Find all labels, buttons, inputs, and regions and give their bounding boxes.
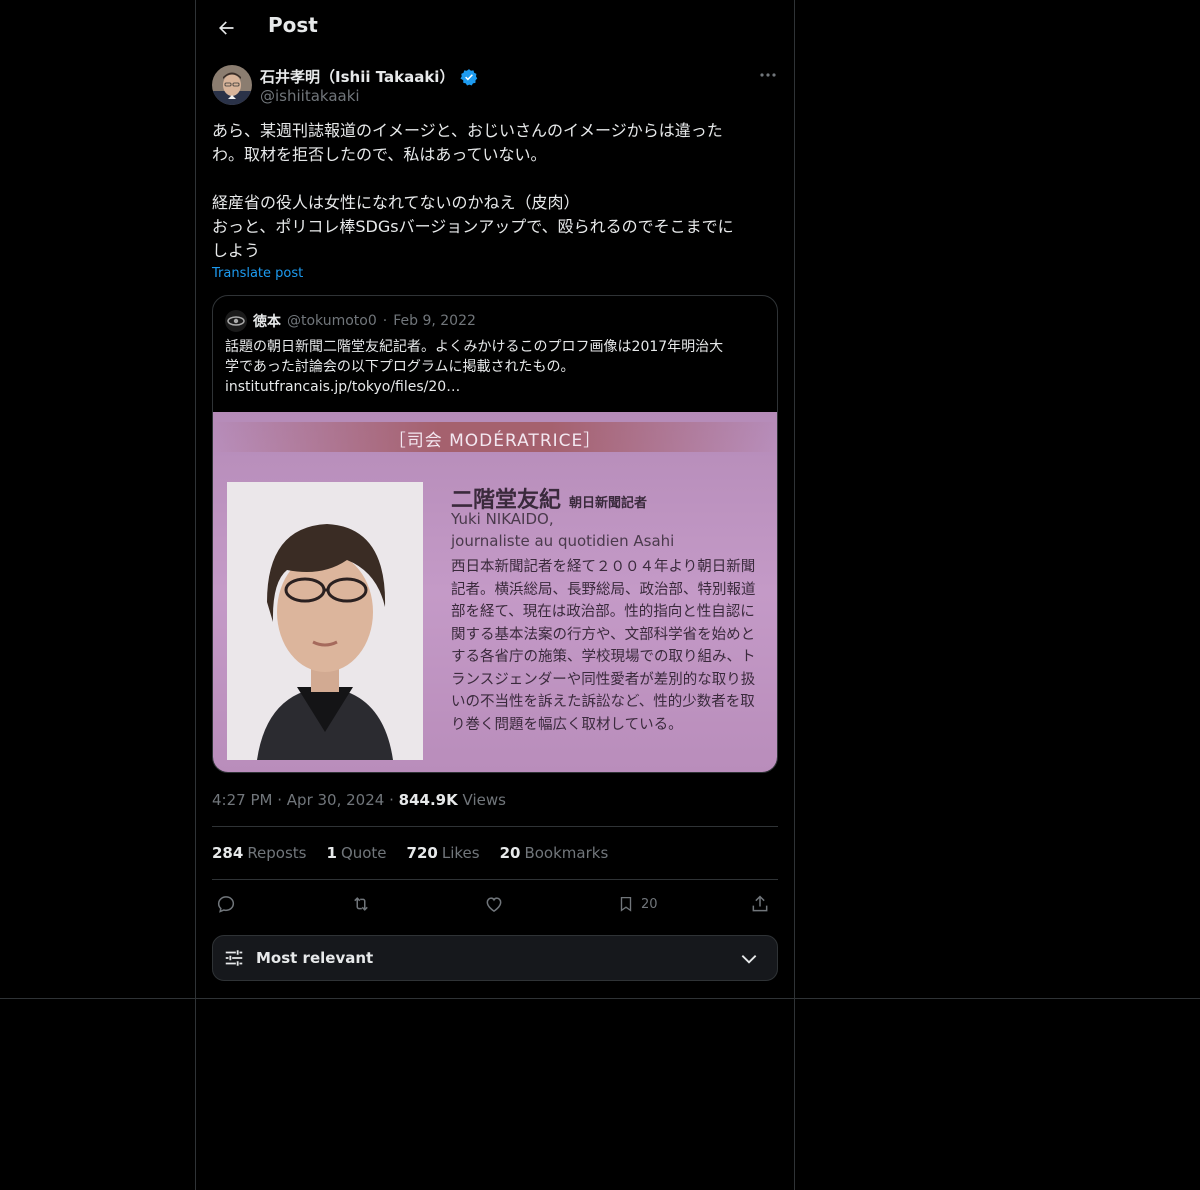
stat-label: Quote xyxy=(340,844,387,862)
sort-replies-dropdown[interactable]: Most relevant xyxy=(212,935,778,981)
author-name-text: 石井孝明（Ishii Takaaki） xyxy=(260,68,455,86)
horizontal-divider xyxy=(0,998,1200,999)
post-meta: 4:27 PM · Apr 30, 2024 · 844.9K Views xyxy=(212,791,506,809)
quoted-author-handle: @tokumoto0 xyxy=(287,313,377,329)
sliders-icon xyxy=(225,950,243,966)
translate-post-link[interactable]: Translate post xyxy=(212,266,303,281)
post-time[interactable]: 4:27 PM xyxy=(212,791,272,809)
quoted-post-image[interactable]: ［司会 MODÉRATRICE］ 二階堂友紀 朝日新聞記者 Yuki NIKAI… xyxy=(213,412,777,772)
quoted-text-line: 話題の朝日新聞二階堂友紀記者。よくみかけるこのプロフ画像は2017年明治大 xyxy=(225,339,724,355)
stat-count: 720 xyxy=(406,844,438,862)
like-button[interactable] xyxy=(484,890,504,918)
reposts-stat[interactable]: 284 Reposts xyxy=(212,844,307,862)
more-icon xyxy=(760,73,776,77)
image-person-role: 朝日新聞記者 xyxy=(569,496,648,511)
post-date[interactable]: Apr 30, 2024 xyxy=(287,791,385,809)
views-label: Views xyxy=(462,791,506,809)
quoted-date: Feb 9, 2022 xyxy=(393,313,476,329)
chevron-down-icon xyxy=(741,955,757,964)
verified-badge-icon xyxy=(460,68,478,86)
quoted-post-header: 徳本 @tokumoto0 · Feb 9, 2022 xyxy=(225,310,476,332)
divider xyxy=(212,826,778,827)
repost-icon xyxy=(354,897,368,911)
reply-icon xyxy=(217,896,235,913)
share-icon xyxy=(752,895,768,912)
image-french-role: journaliste au quotidien Asahi xyxy=(451,532,675,550)
quotes-stat[interactable]: 1 Quote xyxy=(327,844,387,862)
more-button[interactable] xyxy=(752,64,784,86)
quoted-link[interactable]: institutfrancais.jp/tokyo/files/20… xyxy=(225,377,765,397)
quoted-author-avatar xyxy=(225,310,247,332)
stat-label: Bookmarks xyxy=(524,844,609,862)
quoted-post-text: 話題の朝日新聞二階堂友紀記者。よくみかけるこのプロフ画像は2017年明治大 学で… xyxy=(225,337,765,397)
page-title: Post xyxy=(268,13,318,37)
stat-label: Reposts xyxy=(247,844,307,862)
image-bio-text: 西日本新聞記者を経て２００４年より朝日新聞記者。横浜総局、長野総局、政治部、特別… xyxy=(451,559,756,733)
back-button[interactable] xyxy=(210,12,242,44)
heart-icon xyxy=(486,897,502,912)
stat-count: 284 xyxy=(212,844,244,862)
stat-label: Likes xyxy=(441,844,480,862)
author-avatar[interactable] xyxy=(212,65,252,105)
post-stats: 284 Reposts 1 Quote 720 Likes 20 Bookmarks xyxy=(212,844,608,862)
bookmark-button[interactable]: 20 xyxy=(617,890,658,918)
share-button[interactable] xyxy=(750,890,770,918)
arrow-left-icon xyxy=(219,21,234,35)
portrait-photo xyxy=(227,482,423,760)
quoted-text-line: 学であった討論会の以下プログラムに掲載されたもの。 xyxy=(225,359,575,375)
quoted-author-name: 徳本 xyxy=(253,314,281,330)
post-text: あら、某週刊誌報道のイメージと、おじいさんのイメージからは違った わ。取材を拒否… xyxy=(212,121,734,260)
bookmarks-stat[interactable]: 20 Bookmarks xyxy=(500,844,609,862)
author-name[interactable]: 石井孝明（Ishii Takaaki） xyxy=(260,66,478,87)
meta-dot: · xyxy=(277,791,283,809)
meta-dot: · xyxy=(389,791,394,809)
author-handle[interactable]: @ishiitakaaki xyxy=(260,87,360,105)
bookmark-count: 20 xyxy=(641,896,658,912)
sort-label: Most relevant xyxy=(256,949,374,967)
repost-button[interactable] xyxy=(350,890,372,918)
image-banner-text: ［司会 MODÉRATRICE］ xyxy=(388,431,602,451)
stat-count: 1 xyxy=(326,844,337,862)
views-count: 844.9K xyxy=(398,791,458,809)
quoted-post[interactable]: 徳本 @tokumoto0 · Feb 9, 2022 話題の朝日新聞二階堂友紀… xyxy=(212,295,778,773)
divider xyxy=(212,879,778,880)
bookmark-icon xyxy=(620,896,632,912)
page-header: Post xyxy=(196,0,794,54)
reply-button[interactable] xyxy=(216,890,236,918)
likes-stat[interactable]: 720 Likes xyxy=(407,844,480,862)
quoted-dot-separator: · xyxy=(382,313,388,329)
action-bar: 20 xyxy=(212,890,778,918)
image-romanized-name: Yuki NIKAIDO, xyxy=(451,510,554,528)
stat-count: 20 xyxy=(499,844,521,862)
timeline-column: Post 石井孝明（Ishii Takaaki） @ishiitakaaki あ… xyxy=(195,0,795,1190)
